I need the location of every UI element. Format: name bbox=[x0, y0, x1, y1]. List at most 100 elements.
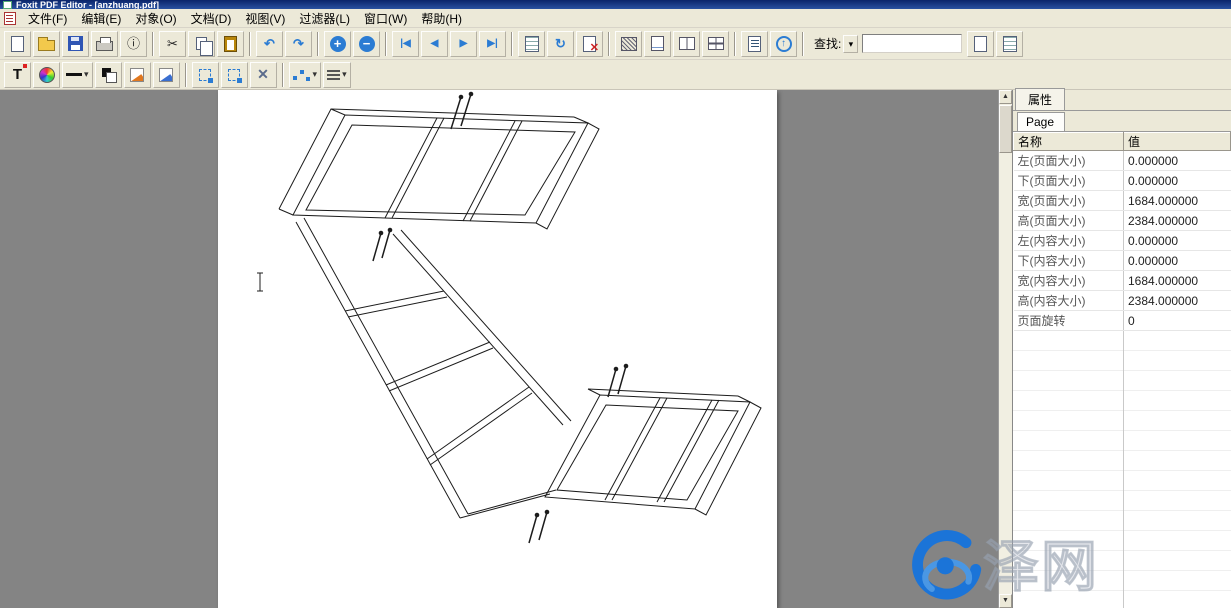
toolbar-separator bbox=[734, 32, 736, 56]
single-page-layout-icon bbox=[651, 36, 664, 51]
menu-filter[interactable]: 过滤器(L) bbox=[292, 8, 357, 29]
next-page-button[interactable]: ▶ bbox=[450, 31, 477, 57]
zoom-out-button[interactable]: − bbox=[353, 31, 380, 57]
import-button[interactable]: ↑ bbox=[770, 31, 797, 57]
page-layout-four-button[interactable] bbox=[702, 31, 729, 57]
new-document-button[interactable] bbox=[4, 31, 31, 57]
page-properties-button[interactable] bbox=[518, 31, 545, 57]
delete-page-icon: ✕ bbox=[583, 36, 596, 52]
redo-button[interactable]: ↷ bbox=[285, 31, 312, 57]
menu-document[interactable]: 文档(D) bbox=[184, 8, 239, 29]
select-object-button[interactable] bbox=[192, 62, 219, 88]
align-tool-button[interactable]: ▾ bbox=[323, 62, 351, 88]
new-document-icon bbox=[11, 36, 24, 52]
property-value[interactable]: 0.000000 bbox=[1124, 171, 1231, 191]
property-value[interactable]: 0.000000 bbox=[1124, 231, 1231, 251]
page-layout-single-button[interactable] bbox=[644, 31, 671, 57]
find-dropdown-button[interactable]: ▾ bbox=[843, 35, 858, 53]
property-value[interactable]: 2384.000000 bbox=[1124, 291, 1231, 311]
document-icon[interactable] bbox=[4, 12, 16, 25]
canvas-area[interactable] bbox=[0, 90, 998, 608]
scroll-up-button[interactable]: ▲ bbox=[999, 90, 1012, 104]
line-width-button[interactable]: ▾ bbox=[62, 62, 93, 88]
property-name: 左(内容大小) bbox=[1014, 231, 1124, 251]
pdf-page[interactable] bbox=[218, 90, 777, 608]
property-value[interactable]: 0.000000 bbox=[1124, 251, 1231, 271]
find-input[interactable] bbox=[862, 34, 962, 53]
property-value[interactable]: 1684.000000 bbox=[1124, 191, 1231, 211]
menu-edit[interactable]: 编辑(E) bbox=[74, 8, 128, 29]
find-group: 查找: ▾ bbox=[814, 31, 1024, 57]
property-name: 宽(页面大小) bbox=[1014, 191, 1124, 211]
page-layout-two-button[interactable] bbox=[673, 31, 700, 57]
column-header-name[interactable]: 名称 bbox=[1014, 133, 1124, 151]
property-value[interactable]: 1684.000000 bbox=[1124, 271, 1231, 291]
first-page-button[interactable]: |◀ bbox=[392, 31, 419, 57]
column-header-value[interactable]: 值 bbox=[1124, 133, 1231, 151]
find-options-button[interactable] bbox=[996, 31, 1023, 57]
scrollbar-thumb[interactable] bbox=[999, 105, 1012, 153]
property-name: 高(内容大小) bbox=[1014, 291, 1124, 311]
page-drawing bbox=[218, 90, 777, 608]
properties-title-tab[interactable]: 属性 bbox=[1015, 88, 1065, 110]
next-page-icon: ▶ bbox=[460, 39, 468, 49]
column-divider bbox=[1123, 331, 1124, 608]
menu-object[interactable]: 对象(O) bbox=[128, 8, 183, 29]
print-button[interactable] bbox=[91, 31, 118, 57]
menu-view[interactable]: 视图(V) bbox=[238, 8, 292, 29]
zoom-in-button[interactable]: + bbox=[324, 31, 351, 57]
menu-window[interactable]: 窗口(W) bbox=[357, 8, 414, 29]
cut-button[interactable]: ✂ bbox=[159, 31, 186, 57]
property-row[interactable]: 下(页面大小)0.000000 bbox=[1014, 171, 1231, 191]
property-row[interactable]: 页面旋转0 bbox=[1014, 311, 1231, 331]
undo-button[interactable]: ↶ bbox=[256, 31, 283, 57]
color-wheel-button[interactable] bbox=[33, 62, 60, 88]
info-button[interactable]: ⓘ bbox=[120, 31, 147, 57]
rotate-page-button[interactable]: ↻ bbox=[547, 31, 574, 57]
four-page-layout-icon bbox=[708, 37, 724, 50]
open-folder-icon bbox=[38, 40, 55, 51]
property-row[interactable]: 左(页面大小)0.000000 bbox=[1014, 151, 1231, 171]
undo-icon: ↶ bbox=[264, 37, 275, 50]
vertical-scrollbar[interactable]: ▲ ▼ bbox=[998, 90, 1012, 608]
copy-icon bbox=[196, 37, 207, 50]
two-page-layout-icon bbox=[679, 37, 695, 50]
find-results-button[interactable] bbox=[967, 31, 994, 57]
open-file-button[interactable] bbox=[33, 31, 60, 57]
align-bars-icon bbox=[327, 70, 340, 72]
selection-icon bbox=[199, 69, 211, 81]
tab-page[interactable]: Page bbox=[1017, 112, 1065, 131]
text-export-button[interactable] bbox=[741, 31, 768, 57]
edit-form-button[interactable] bbox=[153, 62, 180, 88]
transform-object-button[interactable] bbox=[221, 62, 248, 88]
last-page-button[interactable]: ▶| bbox=[479, 31, 506, 57]
text-tool-button[interactable]: T bbox=[4, 62, 31, 88]
property-row[interactable]: 高(页面大小)2384.000000 bbox=[1014, 211, 1231, 231]
fill-swatch-button[interactable] bbox=[95, 62, 122, 88]
property-value[interactable]: 2384.000000 bbox=[1124, 211, 1231, 231]
scroll-down-button[interactable]: ▼ bbox=[999, 594, 1012, 608]
save-floppy-icon bbox=[68, 36, 83, 51]
property-value[interactable]: 0.000000 bbox=[1124, 151, 1231, 171]
edit-form-icon bbox=[159, 68, 173, 82]
property-row[interactable]: 下(内容大小)0.000000 bbox=[1014, 251, 1231, 271]
hatch-pattern-button[interactable] bbox=[615, 31, 642, 57]
toolbar-separator bbox=[608, 32, 610, 56]
property-row[interactable]: 左(内容大小)0.000000 bbox=[1014, 231, 1231, 251]
copy-button[interactable] bbox=[188, 31, 215, 57]
paste-button[interactable] bbox=[217, 31, 244, 57]
scrollbar-track[interactable] bbox=[999, 153, 1012, 594]
property-value[interactable]: 0 bbox=[1124, 311, 1231, 331]
previous-page-button[interactable]: ◀ bbox=[421, 31, 448, 57]
menu-file[interactable]: 文件(F) bbox=[21, 8, 74, 29]
property-row[interactable]: 宽(内容大小)1684.000000 bbox=[1014, 271, 1231, 291]
property-row[interactable]: 高(内容大小)2384.000000 bbox=[1014, 291, 1231, 311]
property-row[interactable]: 宽(页面大小)1684.000000 bbox=[1014, 191, 1231, 211]
nodes-icon bbox=[293, 76, 297, 80]
menu-help[interactable]: 帮助(H) bbox=[414, 8, 469, 29]
save-button[interactable] bbox=[62, 31, 89, 57]
tools-button[interactable]: ✕ bbox=[250, 62, 277, 88]
delete-page-button[interactable]: ✕ bbox=[576, 31, 603, 57]
node-edit-button[interactable]: ▾ bbox=[289, 62, 322, 88]
edit-object-button[interactable] bbox=[124, 62, 151, 88]
